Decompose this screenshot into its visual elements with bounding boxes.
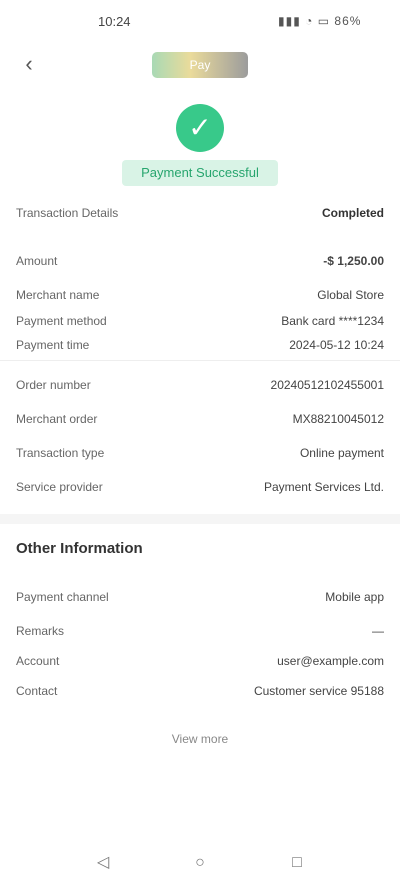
row-label: Payment method	[16, 314, 107, 328]
info-row: Remarks —	[16, 624, 384, 646]
success-message: Payment Successful	[122, 160, 278, 186]
success-badge: ✓	[176, 104, 224, 152]
row-value: 20240512102455001	[270, 378, 384, 392]
status-icons: ▮▮▮ ◔ ▭ 86%	[278, 14, 362, 28]
details-row: Order number 20240512102455001	[16, 378, 384, 400]
summary-status: Completed	[321, 206, 384, 220]
row-value: MX88210045012	[292, 412, 384, 426]
row-label: Order number	[16, 378, 91, 392]
check-icon: ✓	[188, 112, 212, 143]
section-title: Other Information	[16, 540, 143, 557]
amount-row: Amount -$ 1,250.00	[16, 254, 384, 276]
details-row: Transaction type Online payment	[16, 446, 384, 468]
back-nav-icon[interactable]: ◁	[88, 848, 118, 878]
row-label: Transaction type	[16, 446, 105, 460]
info-row: Payment channel Mobile app	[16, 590, 384, 612]
divider	[0, 360, 400, 361]
row-value: Global Store	[317, 288, 384, 302]
summary-title: Transaction Details	[16, 206, 119, 220]
row-label: Merchant order	[16, 412, 98, 426]
summary-row: Merchant name Global Store	[16, 288, 384, 310]
info-row: Contact Customer service 95188	[16, 684, 384, 706]
row-label: Contact	[16, 684, 58, 698]
row-value: Mobile app	[325, 590, 384, 604]
details-row: Merchant order MX88210045012	[16, 412, 384, 434]
chevron-left-icon: ‹	[25, 51, 33, 76]
row-value: Online payment	[299, 446, 384, 460]
row-label: Remarks	[16, 624, 65, 638]
row-label: Payment channel	[16, 590, 109, 604]
row-value: 2024-05-12 10:24	[289, 338, 384, 352]
amount-value: -$ 1,250.00	[323, 254, 384, 268]
row-label: Payment time	[16, 338, 90, 352]
info-row: Account user@example.com	[16, 654, 384, 676]
summary-header-row: Transaction Details Completed	[16, 206, 384, 228]
row-value: Payment Services Ltd.	[263, 480, 384, 494]
status-time: 10:24	[98, 14, 131, 29]
row-value: Bank card ****1234	[281, 314, 384, 328]
summary-row: Payment method Bank card ****1234	[16, 314, 384, 336]
system-navbar: ◁ ○ □	[0, 838, 400, 889]
row-label: Merchant name	[16, 288, 100, 302]
row-label: Service provider	[16, 480, 103, 494]
back-button[interactable]: ‹	[14, 50, 44, 78]
row-label: Account	[16, 654, 60, 668]
details-row: Service provider Payment Services Ltd.	[16, 480, 384, 502]
row-value: Customer service 95188	[253, 684, 384, 698]
view-more-link[interactable]: View more	[150, 728, 250, 750]
row-value: user@example.com	[277, 654, 384, 668]
row-value: —	[372, 624, 384, 638]
summary-row: Payment time 2024-05-12 10:24	[16, 338, 384, 360]
amount-label: Amount	[16, 254, 58, 268]
home-nav-icon[interactable]: ○	[185, 848, 215, 878]
section-separator	[0, 514, 400, 524]
recent-apps-icon[interactable]: □	[282, 848, 312, 878]
header-logo: Pay	[152, 52, 248, 78]
